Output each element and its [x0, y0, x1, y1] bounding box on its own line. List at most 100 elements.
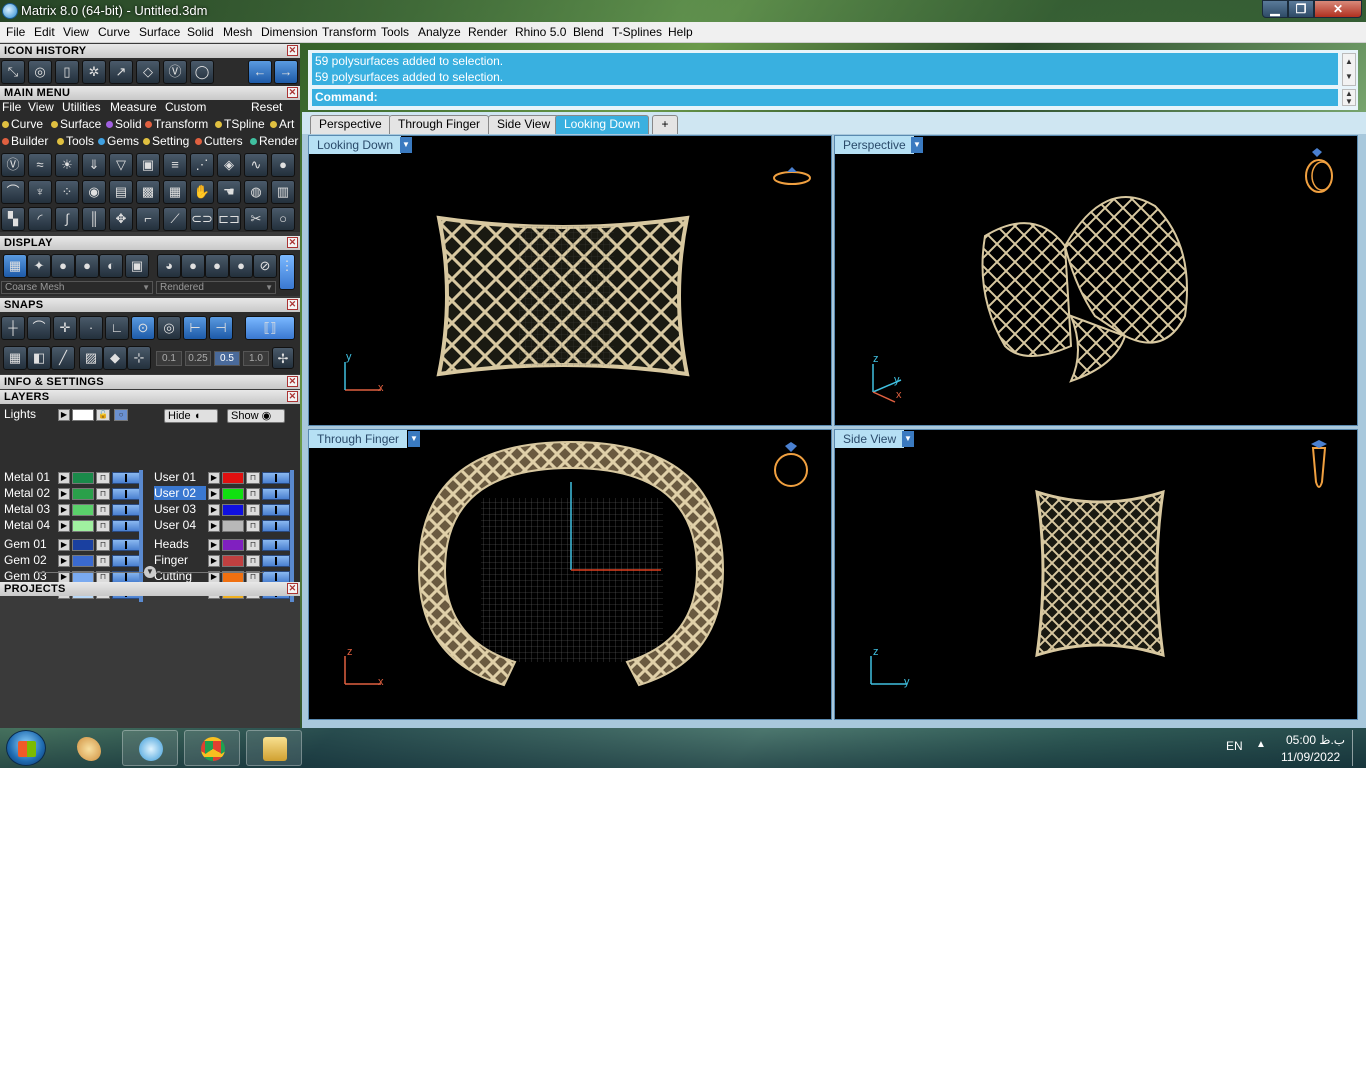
layer-row[interactable]: User 02 ▶ ⊓ — [154, 486, 294, 502]
taskbar-vray[interactable] — [122, 730, 178, 766]
link-tool-icon[interactable]: ⊂⊃ — [190, 207, 214, 231]
mm-measure[interactable]: Measure — [110, 100, 157, 114]
curve-tool-icon[interactable]: ⤡ — [1, 60, 25, 84]
chrome-material-icon[interactable]: ● — [229, 254, 253, 278]
viewport-side-view[interactable]: Side View ▼ z y — [834, 429, 1358, 720]
lock-icon[interactable]: ⊓ — [96, 504, 110, 516]
document-icon[interactable]: ▯ — [55, 60, 79, 84]
mm-tools[interactable]: Tools — [57, 134, 94, 148]
lock-icon[interactable]: ⊓ — [246, 520, 260, 532]
matte-material-icon[interactable]: ⊘ — [253, 254, 277, 278]
minimize-button[interactable]: ▁ — [1262, 0, 1288, 18]
mm-reset[interactable]: Reset — [251, 100, 282, 114]
corner-tool-icon[interactable]: ⌐ — [136, 207, 160, 231]
layers-close-icon[interactable]: ✕ — [287, 391, 298, 402]
prong-tool-icon[interactable]: ♆ — [28, 180, 52, 204]
render-mode-select[interactable]: Rendered ▼ — [156, 281, 276, 294]
blocks-tool-icon[interactable]: ▚ — [1, 207, 25, 231]
main-menu-close-icon[interactable]: ✕ — [287, 87, 298, 98]
bulb-icon[interactable]: ○ — [114, 409, 128, 421]
layer-visibility-toggle[interactable] — [262, 472, 290, 484]
play-icon[interactable]: ▶ — [58, 539, 70, 551]
viewport-looking-down[interactable]: Looking Down ▼ y x — [308, 135, 832, 426]
layer-color-swatch[interactable] — [222, 539, 244, 551]
circle-icon[interactable]: ◯ — [190, 60, 214, 84]
lock-icon[interactable]: ⊓ — [246, 504, 260, 516]
icon-history-header[interactable]: ICON HISTORY ✕ — [0, 44, 300, 58]
menu-dimension[interactable]: Dimension — [261, 25, 318, 39]
info-header[interactable]: INFO & SETTINGS ✕ — [0, 375, 300, 389]
command-input[interactable]: Command: — [312, 89, 1338, 106]
snap-toggle-icon[interactable]: ⟦⟧ — [245, 316, 295, 340]
tab-looking-down[interactable]: Looking Down — [555, 115, 650, 134]
snap-quad-icon[interactable]: ⊣ — [209, 316, 233, 340]
layer-row[interactable]: User 03 ▶ ⊓ — [154, 502, 294, 518]
grid-snap-icon[interactable]: ▦ — [3, 346, 27, 370]
lines-tool-icon[interactable]: ≡ — [163, 153, 187, 177]
taskbar-chrome[interactable] — [184, 730, 240, 766]
mm-art[interactable]: Art — [270, 117, 294, 131]
finger-tool-icon[interactable]: ✋ — [190, 180, 214, 204]
menu-curve[interactable]: Curve — [98, 25, 130, 39]
snap-cen-icon[interactable]: ∟ — [105, 316, 129, 340]
menu-surface[interactable]: Surface — [139, 25, 180, 39]
projects-close-icon[interactable]: ✕ — [287, 583, 298, 594]
wave-tool-icon[interactable]: ∿ — [244, 153, 268, 177]
layer-row[interactable]: Metal 02 ▶ ⊓ — [4, 486, 144, 502]
wireframe-icon[interactable]: ▦ — [3, 254, 27, 278]
sweep-tool-icon[interactable]: ⟋ — [163, 207, 187, 231]
hatch-icon[interactable]: ▨ — [79, 346, 103, 370]
mm-transform[interactable]: Transform — [145, 117, 208, 131]
mesh-quality-select[interactable]: Coarse Mesh ▼ — [1, 281, 153, 294]
pave-tool-icon[interactable]: ⁘ — [55, 180, 79, 204]
layer-name[interactable]: User 01 — [154, 470, 206, 484]
tab-perspective[interactable]: Perspective — [310, 115, 391, 134]
play-icon[interactable]: ▶ — [208, 520, 220, 532]
menu-analyze[interactable]: Analyze — [418, 25, 461, 39]
layer-name[interactable]: Metal 02 — [4, 486, 56, 500]
menu-edit[interactable]: Edit — [34, 25, 55, 39]
menu-help[interactable]: Help — [668, 25, 693, 39]
viewport-perspective[interactable]: Perspective ▼ z y x — [834, 135, 1358, 426]
command-history-scrollbar[interactable]: ▲ ▼ — [1342, 53, 1356, 86]
lock-icon[interactable]: ⊓ — [96, 520, 110, 532]
hand-tool-icon[interactable]: ☚ — [217, 180, 241, 204]
layer-visibility-toggle[interactable] — [112, 488, 140, 500]
spiral-tool-icon[interactable]: ∫ — [55, 207, 79, 231]
snap-near-icon[interactable]: ⌒ — [27, 316, 51, 340]
layer-visibility-toggle[interactable] — [262, 504, 290, 516]
env-icon[interactable]: ◐ — [99, 254, 123, 278]
play-icon[interactable]: ▶ — [58, 504, 70, 516]
layer-name[interactable]: Metal 04 — [4, 518, 56, 532]
lock-icon[interactable]: 🔓 — [96, 409, 110, 421]
move-tool-icon[interactable]: ✥ — [109, 207, 133, 231]
play-icon[interactable]: ▶ — [58, 488, 70, 500]
clock-date[interactable]: 11/09/2022 — [1281, 750, 1340, 764]
ring-outline-icon[interactable]: ○ — [271, 207, 295, 231]
back-arrow-icon[interactable]: ← — [248, 60, 272, 84]
layer-visibility-toggle[interactable] — [112, 555, 140, 567]
layer-visibility-toggle[interactable] — [112, 539, 140, 551]
layer-row[interactable]: Gem 01 ▶ ⊓ — [4, 537, 144, 553]
snap-perp-icon[interactable]: ◎ — [157, 316, 181, 340]
forward-arrow-icon[interactable]: → — [274, 60, 298, 84]
snap-end-icon[interactable]: ┼ — [1, 316, 25, 340]
fan-tool-icon[interactable]: ⋰ — [190, 153, 214, 177]
mm-custom[interactable]: Custom — [165, 100, 206, 114]
gem-icon[interactable]: ◇ — [136, 60, 160, 84]
menu-tools[interactable]: Tools — [381, 25, 409, 39]
taskbar-explorer[interactable] — [246, 730, 302, 766]
play-icon[interactable]: ▶ — [208, 555, 220, 567]
menu-rhino[interactable]: Rhino 5.0 — [515, 25, 566, 39]
main-menu-header[interactable]: MAIN MENU ✕ — [0, 86, 300, 100]
lock-icon[interactable]: ⊓ — [96, 539, 110, 551]
drop-tool-icon[interactable]: ⇓ — [82, 153, 106, 177]
layer-color-swatch[interactable] — [72, 555, 94, 567]
layer-row[interactable]: Metal 03 ▶ ⊓ — [4, 502, 144, 518]
snap-int-icon[interactable]: ⊙ — [131, 316, 155, 340]
crosshair-icon[interactable]: ✢ — [272, 347, 294, 369]
save-tool-icon[interactable]: ▥ — [271, 180, 295, 204]
layer-visibility-toggle[interactable] — [262, 488, 290, 500]
layer-name[interactable]: Heads — [154, 537, 206, 551]
ring-nav-icon[interactable] — [771, 164, 813, 188]
